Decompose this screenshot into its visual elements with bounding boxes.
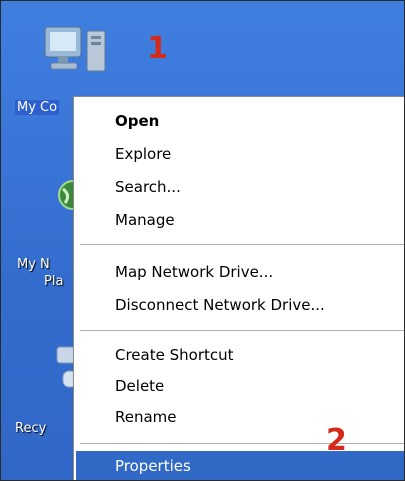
menu-separator (80, 330, 404, 331)
step-2-marker: 2 (326, 423, 347, 458)
menu-item-delete[interactable]: Delete (76, 371, 404, 401)
menu-item-explore[interactable]: Explore (76, 139, 404, 169)
menu-separator (80, 244, 404, 245)
menu-item-create-shortcut[interactable]: Create Shortcut (76, 340, 404, 370)
menu-item-search[interactable]: Search... (76, 172, 404, 202)
step-1-marker: 1 (147, 31, 168, 66)
menu-item-open[interactable]: Open (76, 106, 404, 136)
menu-item-properties[interactable]: Properties (76, 451, 404, 480)
menu-item-manage[interactable]: Manage (76, 205, 404, 235)
my-network-places-label-line1[interactable]: My N (17, 257, 50, 272)
menu-item-disconnect-network-drive[interactable]: Disconnect Network Drive... (76, 290, 404, 320)
menu-item-rename[interactable]: Rename (76, 402, 404, 432)
my-computer-label[interactable]: My Co (15, 100, 60, 115)
context-menu: Open Explore Search... Manage Map Networ… (73, 96, 404, 480)
computer-icon (44, 26, 106, 72)
screenshot-frame: 1 My Co My N Pla Recy Open Explore Searc… (0, 0, 405, 481)
menu-item-map-network-drive[interactable]: Map Network Drive... (76, 257, 404, 287)
desktop[interactable]: 1 My Co My N Pla Recy Open Explore Searc… (1, 1, 404, 480)
recycle-bin-label[interactable]: Recy (15, 421, 46, 436)
menu-separator (80, 443, 404, 444)
my-computer-icon[interactable] (41, 23, 111, 83)
my-network-places-label-line2[interactable]: Pla (44, 274, 63, 289)
